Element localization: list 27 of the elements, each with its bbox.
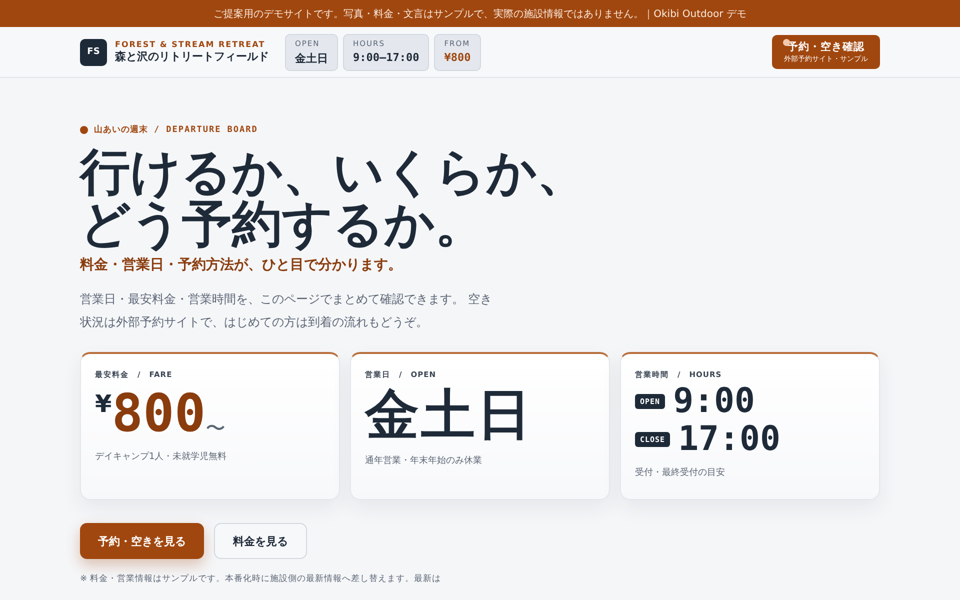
time-value: 17:00: [678, 419, 780, 459]
brand-tagline: FOREST & STREAM RETREAT: [115, 40, 266, 49]
card-note: 受付・最終受付の目安: [635, 466, 725, 479]
hero-subtitle: 料金・営業日・予約方法が、ひと目で分かります。: [80, 256, 403, 274]
notice-banner: ご提案用のデモサイトです。写真・料金・文言はサンプルで、実際の施設情報ではありません。｜Okibi Outdoor デモ: [0, 0, 960, 27]
fare-suffix: 〜: [206, 415, 226, 442]
currency-symbol: ¥: [95, 390, 112, 418]
chip-value: 金土日: [295, 50, 328, 66]
hero-title: 行けるか、いくらか、: [80, 146, 587, 198]
card-note: デイキャンプ1人・未就学児無料: [95, 450, 227, 463]
card-note: 通年営業・年末年始のみ休業: [365, 454, 482, 467]
eyebrow-text: DEPARTURE BOARD: [166, 125, 258, 135]
open-days: 金土日: [365, 384, 533, 446]
logo-badge: FS: [80, 38, 107, 66]
hero-description: 営業日・最安料金・営業時間を、このページでまとめて確認できます。 空き状況は外部予約サイトで、はじめての方は到着の流れもどうぞ。: [80, 291, 493, 331]
eyebrow-separator: /: [154, 125, 160, 135]
hero-title: どう予約するか。: [80, 198, 485, 250]
time-value: 9:00: [673, 381, 755, 421]
primary-button[interactable]: 予約・空きを見る: [80, 523, 204, 559]
chip-value: 9:00–17:00: [353, 50, 420, 64]
secondary-button[interactable]: 料金を見る: [214, 523, 307, 559]
brand-name: 森と沢のリトリートフィールド: [115, 49, 269, 64]
chip-value: ¥800: [444, 50, 471, 64]
footnote: ※ 料金・営業情報はサンプルです。本番化時に施設側の最新情報へ差し替えます。最新は: [80, 573, 442, 585]
fare-value: 800: [112, 386, 206, 442]
dot-icon: [80, 126, 88, 134]
eyebrow-text: 山あいの週末: [94, 124, 148, 136]
